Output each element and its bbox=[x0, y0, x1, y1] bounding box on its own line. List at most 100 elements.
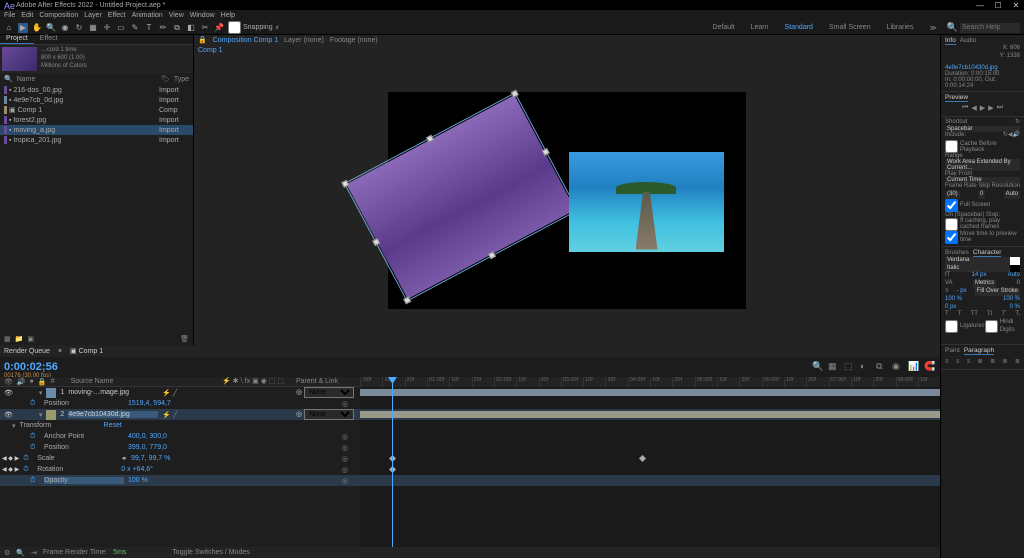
new-folder-icon[interactable]: 📁 bbox=[15, 335, 24, 343]
timeline-layer[interactable]: 👁 ▾ 2 4e9e7cb10430d.jpg ⚡ ╱ ◎ None bbox=[0, 409, 360, 420]
last-frame-icon[interactable]: ⏭ bbox=[997, 104, 1003, 112]
align-left-icon[interactable]: ≡ bbox=[945, 359, 949, 367]
puppet-tool-icon[interactable]: 📌 bbox=[214, 23, 224, 33]
shy-icon[interactable]: ◐ bbox=[860, 361, 872, 373]
quality-icon[interactable]: ╱ bbox=[173, 411, 177, 419]
time-ruler[interactable]: :00f10f20f01:00f10f20f02:00f10f20f03:00f… bbox=[360, 377, 940, 387]
timeline-tracks-area[interactable]: :00f10f20f01:00f10f20f02:00f10f20f03:00f… bbox=[360, 377, 940, 547]
layer-color-swatch[interactable] bbox=[46, 388, 56, 398]
transform-property[interactable]: ⏱Position399,0, 779,0◎ bbox=[0, 442, 360, 453]
reset-button[interactable]: Reset bbox=[104, 422, 122, 429]
layer-track[interactable] bbox=[360, 409, 940, 420]
stopwatch-icon[interactable]: ⏱ bbox=[23, 466, 33, 474]
caching-checkbox[interactable] bbox=[945, 218, 958, 231]
frameblend-icon[interactable]: ⧉ bbox=[876, 361, 888, 373]
pickwhip-icon[interactable]: ◎ bbox=[342, 444, 348, 452]
snapping-toggle[interactable]: Snapping ⚡︎ bbox=[228, 21, 280, 34]
comp-mini-icon[interactable]: ▦ bbox=[828, 361, 840, 373]
lock-column-icon[interactable]: 🔒 bbox=[38, 378, 47, 386]
new-comp-icon[interactable]: ▣ bbox=[27, 335, 34, 343]
res-dropdown[interactable]: Auto bbox=[1004, 191, 1020, 199]
menu-animation[interactable]: Animation bbox=[132, 12, 163, 19]
tab-character[interactable]: Character bbox=[973, 249, 1002, 257]
menu-help[interactable]: Help bbox=[221, 12, 235, 19]
minimize-button[interactable]: — bbox=[976, 1, 984, 10]
asset-row[interactable]: ▪forest2.jpgImport bbox=[0, 115, 193, 125]
transform-handle[interactable] bbox=[341, 179, 349, 187]
maximize-button[interactable]: ☐ bbox=[994, 1, 1002, 10]
interpret-icon[interactable]: ▦ bbox=[4, 335, 11, 343]
pickwhip-icon[interactable]: ◎ bbox=[296, 411, 302, 418]
twirl-icon[interactable]: ▾ bbox=[12, 422, 16, 430]
transform-handle[interactable] bbox=[488, 251, 496, 259]
parent-header[interactable]: Parent & Link bbox=[296, 378, 356, 385]
fr-dropdown[interactable]: (30) bbox=[945, 191, 960, 199]
pickwhip-icon[interactable]: ◎ bbox=[342, 400, 348, 408]
bold-button[interactable]: T bbox=[945, 311, 949, 319]
smallcaps-button[interactable]: Tt bbox=[987, 311, 992, 319]
tab-project[interactable]: Project bbox=[0, 35, 34, 44]
quality-icon[interactable]: ╱ bbox=[173, 389, 177, 397]
menu-file[interactable]: File bbox=[4, 12, 15, 19]
kerning-dropdown[interactable]: Metrics bbox=[973, 280, 996, 288]
roto-tool-icon[interactable]: ✂ bbox=[200, 23, 210, 33]
pickwhip-icon[interactable]: ◎ bbox=[342, 455, 348, 463]
timecode-display[interactable]: 0:00:02;56 bbox=[4, 361, 58, 373]
justify-right-icon[interactable]: ≣ bbox=[1002, 359, 1007, 367]
leading[interactable]: Auto bbox=[1008, 272, 1020, 280]
transform-handle[interactable] bbox=[511, 89, 519, 97]
superscript-button[interactable]: T' bbox=[1001, 311, 1006, 319]
swap-color-icon[interactable] bbox=[1010, 265, 1020, 273]
keyframe-nav[interactable]: ◀ ◆ ▶ bbox=[2, 466, 19, 473]
brush-tool-icon[interactable]: ✏ bbox=[158, 23, 168, 33]
tab-brushes[interactable]: Brushes bbox=[945, 249, 969, 257]
first-frame-icon[interactable]: ⏮ bbox=[962, 104, 968, 112]
tab-info[interactable]: Info bbox=[945, 37, 956, 45]
tab-paragraph[interactable]: Paragraph bbox=[964, 347, 994, 355]
stroke-dropdown[interactable]: Fill Over Stroke bbox=[975, 288, 1020, 296]
refresh-icon[interactable]: ↻ bbox=[1015, 119, 1020, 127]
hand-tool-icon[interactable]: ✋ bbox=[32, 23, 42, 33]
canvas-area[interactable] bbox=[194, 55, 940, 345]
transform-handle[interactable] bbox=[426, 134, 434, 142]
search-help-input[interactable] bbox=[960, 23, 1020, 33]
stopwatch-icon[interactable]: ⏱ bbox=[30, 444, 40, 452]
constrain-icon[interactable]: ⚭ bbox=[121, 455, 127, 463]
keyframe-marker[interactable] bbox=[639, 455, 646, 462]
ligatures-checkbox[interactable] bbox=[945, 320, 958, 333]
pickwhip-icon[interactable]: ◎ bbox=[342, 433, 348, 441]
stopwatch-icon[interactable]: ⏱ bbox=[30, 400, 40, 408]
filter-icon[interactable]: 🔍 bbox=[4, 75, 13, 83]
transform-handle[interactable] bbox=[372, 238, 380, 246]
italic-button[interactable]: T bbox=[958, 311, 962, 319]
eyedropper-icon[interactable] bbox=[1010, 257, 1020, 265]
baseline[interactable]: 0 px bbox=[945, 304, 956, 312]
movetime-checkbox[interactable] bbox=[945, 231, 958, 244]
text-tool-icon[interactable]: T bbox=[144, 23, 154, 33]
justify-left-icon[interactable]: ≣ bbox=[978, 359, 983, 367]
font-size[interactable]: 14 px bbox=[972, 272, 987, 280]
parent-dropdown[interactable]: None bbox=[304, 409, 354, 420]
tab-footage[interactable]: Footage (none) bbox=[330, 37, 378, 44]
stroke-width-icon[interactable]: ≡ bbox=[945, 288, 949, 296]
tag-icon[interactable]: 🏷 bbox=[161, 75, 170, 83]
range-dropdown[interactable]: Work Area Extended By Current… bbox=[945, 159, 1020, 171]
layer-name[interactable]: 4e9e7cb10430d.jpg bbox=[68, 411, 158, 418]
tab-audio[interactable]: Audio bbox=[960, 37, 977, 45]
speaker-column-icon[interactable]: 🔊 bbox=[17, 378, 26, 386]
workspace-small-screen[interactable]: Small Screen bbox=[823, 24, 877, 31]
transform-property[interactable]: ⏱ Position 1519,4, 594,7 ◎ bbox=[0, 398, 360, 409]
justify-all-icon[interactable]: ≣ bbox=[1015, 359, 1020, 367]
collapse-icon[interactable]: ⚡ bbox=[162, 411, 171, 419]
prop-value[interactable]: 1519,4, 594,7 bbox=[128, 400, 171, 407]
fullscreen-checkbox[interactable] bbox=[945, 199, 958, 212]
zoom-icon[interactable]: 🔍 bbox=[16, 549, 25, 557]
close-tab-icon[interactable]: × bbox=[58, 348, 62, 355]
pen-tool-icon[interactable]: ✎ bbox=[130, 23, 140, 33]
tab-composition-name[interactable]: Comp 1 bbox=[254, 37, 279, 44]
layer-color-swatch[interactable] bbox=[46, 410, 56, 420]
include-icons[interactable]: ↻◀🔊 bbox=[1003, 132, 1020, 140]
workspace-libraries[interactable]: Libraries bbox=[881, 24, 920, 31]
next-frame-icon[interactable]: ▶ bbox=[988, 104, 993, 112]
selection-tool-icon[interactable]: ▶ bbox=[18, 23, 28, 33]
